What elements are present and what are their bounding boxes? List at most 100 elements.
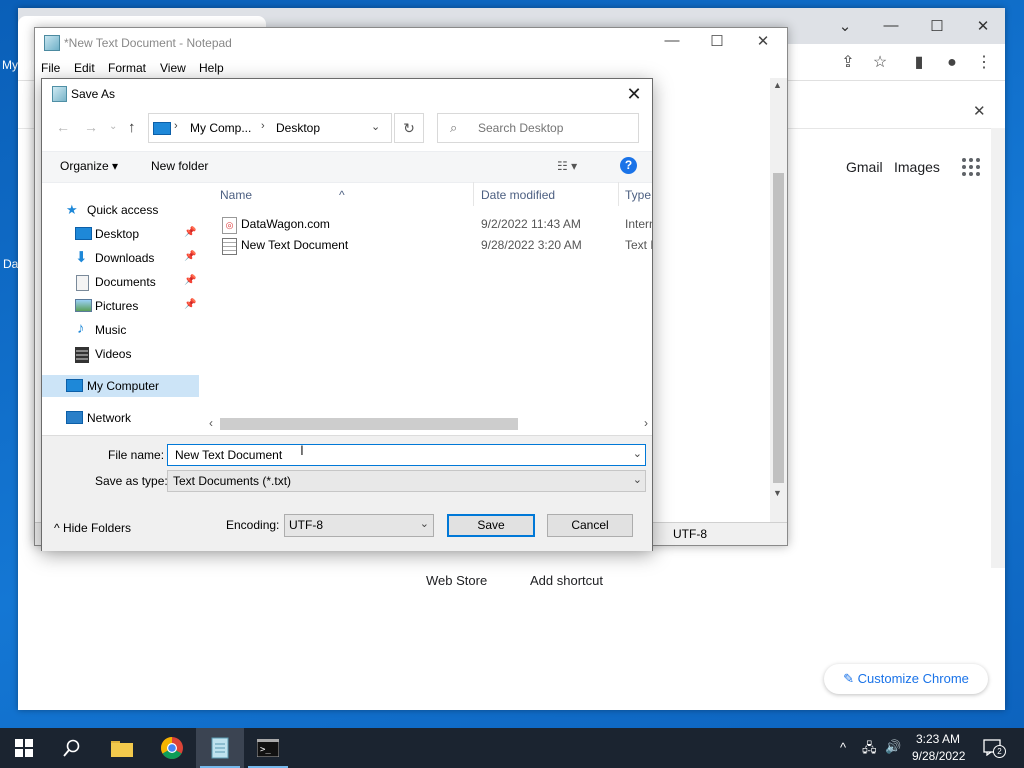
- chevron-down-icon: ⌄: [419, 518, 429, 530]
- start-button[interactable]: [0, 728, 48, 768]
- cancel-button[interactable]: Cancel: [547, 514, 633, 537]
- encoding-select[interactable]: UTF-8 ⌄: [284, 514, 434, 537]
- menu-view[interactable]: View: [160, 61, 186, 75]
- nav-videos[interactable]: Videos: [42, 343, 199, 365]
- nav-music[interactable]: ♪ Music: [42, 319, 199, 341]
- menu-format[interactable]: Format: [108, 61, 146, 75]
- side-panel-icon[interactable]: ▮: [908, 52, 930, 74]
- share-icon[interactable]: ⇪: [837, 52, 859, 74]
- notepad-maximize-button[interactable]: ☐: [702, 32, 732, 50]
- dialog-close-button[interactable]: ✕: [622, 82, 646, 106]
- file-date: 9/2/2022 11:43 AM: [481, 217, 581, 231]
- taskbar: >_ ^ 🖧 🔊 3:23 AM 9/28/2022 2: [0, 728, 1024, 768]
- breadcrumb-my-computer[interactable]: My Comp...: [190, 121, 251, 135]
- notepad-vertical-scrollbar[interactable]: ▲ ▼: [770, 78, 787, 526]
- shortcut-web-store[interactable]: Web Store: [426, 573, 487, 588]
- network-icon[interactable]: 🖧: [862, 739, 877, 761]
- chrome-minimize-button[interactable]: —: [876, 17, 906, 34]
- menu-file[interactable]: File: [41, 61, 60, 75]
- forward-arrow-icon[interactable]: →: [84, 119, 98, 135]
- refresh-button[interactable]: ↻: [394, 113, 424, 143]
- file-row[interactable]: ◎ DataWagon.com 9/2/2022 11:43 AM Intern…: [205, 214, 652, 235]
- pin-icon: 📌: [184, 227, 197, 238]
- breadcrumb-desktop[interactable]: Desktop: [276, 121, 320, 135]
- scroll-right-icon[interactable]: ›: [644, 416, 648, 430]
- notepad-close-button[interactable]: ✕: [748, 32, 778, 50]
- tab-search-button[interactable]: ⌄: [830, 17, 860, 35]
- svg-text:>_: >_: [260, 745, 271, 755]
- dialog-title-bar[interactable]: Save As ✕: [42, 79, 652, 109]
- taskbar-file-explorer[interactable]: [98, 728, 146, 768]
- file-name-field[interactable]: ⌄: [167, 444, 646, 466]
- menu-edit[interactable]: Edit: [74, 61, 95, 75]
- chrome-close-button[interactable]: ✕: [968, 17, 998, 35]
- save-button[interactable]: Save: [447, 514, 535, 537]
- chrome-scrollbar[interactable]: [991, 128, 1005, 568]
- nav-my-computer[interactable]: My Computer: [42, 375, 199, 397]
- bookmark-star-icon[interactable]: ☆: [869, 52, 891, 74]
- taskbar-terminal[interactable]: >_: [244, 728, 292, 768]
- menu-help[interactable]: Help: [199, 61, 224, 75]
- scroll-up-icon[interactable]: ▲: [773, 80, 782, 90]
- taskbar-notepad[interactable]: [196, 728, 244, 768]
- scroll-down-icon[interactable]: ▼: [773, 488, 782, 498]
- notepad-icon: [44, 35, 60, 51]
- new-folder-button[interactable]: New folder: [151, 159, 208, 173]
- file-name-input[interactable]: [173, 447, 617, 463]
- address-dropdown-icon[interactable]: ⌄: [371, 120, 380, 133]
- gmail-link[interactable]: Gmail: [846, 159, 883, 175]
- notifications-button[interactable]: 2: [983, 738, 1006, 758]
- file-row[interactable]: New Text Document 9/28/2022 3:20 AM Text…: [205, 235, 652, 256]
- notepad-icon: [211, 737, 229, 759]
- nav-downloads[interactable]: ⬇ Downloads 📌: [42, 247, 199, 269]
- nav-item-label: Network: [87, 411, 132, 425]
- file-list-horizontal-scrollbar[interactable]: ‹ ›: [205, 415, 652, 432]
- star-icon: ★: [66, 202, 78, 217]
- dialog-command-bar: Organize ▾ New folder ☷ ▾ ?: [42, 151, 652, 183]
- scrollbar-thumb[interactable]: [220, 418, 518, 430]
- column-date-header[interactable]: Date modified: [481, 188, 555, 202]
- close-icon[interactable]: ✕: [973, 102, 986, 120]
- nav-quick-access[interactable]: ★ Quick access: [42, 199, 199, 221]
- taskbar-search-button[interactable]: [48, 728, 96, 768]
- text-cursor-icon: I: [300, 442, 304, 458]
- up-arrow-icon[interactable]: ↑: [128, 119, 136, 136]
- notepad-minimize-button[interactable]: —: [657, 32, 687, 49]
- google-apps-icon[interactable]: [962, 158, 980, 176]
- column-name-header[interactable]: Name: [220, 188, 252, 202]
- column-type-header[interactable]: Type: [625, 188, 651, 202]
- volume-icon[interactable]: 🔊: [885, 739, 901, 755]
- hide-folders-button[interactable]: ^ Hide Folders: [54, 521, 131, 535]
- images-link[interactable]: Images: [894, 159, 940, 175]
- shortcut-add[interactable]: Add shortcut: [530, 573, 603, 588]
- nav-desktop[interactable]: Desktop 📌: [42, 223, 199, 245]
- back-arrow-icon[interactable]: ←: [56, 119, 70, 135]
- search-input[interactable]: [476, 120, 630, 136]
- notepad-title-bar[interactable]: *New Text Document - Notepad — ☐ ✕: [35, 28, 787, 58]
- save-as-type-select[interactable]: Text Documents (*.txt) ⌄: [167, 470, 646, 492]
- file-name: DataWagon.com: [241, 217, 330, 231]
- chevron-down-icon[interactable]: ⌄: [633, 447, 642, 460]
- scroll-left-icon[interactable]: ‹: [209, 416, 213, 430]
- help-icon[interactable]: ?: [620, 157, 637, 174]
- tray-chevron-icon[interactable]: ^: [840, 740, 846, 755]
- clock-time[interactable]: 3:23 AM: [916, 732, 960, 746]
- scrollbar-thumb[interactable]: [773, 173, 784, 483]
- nav-documents[interactable]: Documents 📌: [42, 271, 199, 293]
- search-box[interactable]: ⌕: [437, 113, 639, 143]
- organize-button[interactable]: Organize ▾: [60, 159, 118, 173]
- nav-network[interactable]: Network: [42, 407, 199, 429]
- clock-date[interactable]: 9/28/2022: [912, 749, 965, 763]
- customize-chrome-button[interactable]: ✎ Customize Chrome: [824, 664, 988, 694]
- change-view-button[interactable]: ☷ ▾: [557, 159, 577, 173]
- folder-icon: [111, 741, 133, 757]
- dialog-navigation-row: ← → ⌄ ↑ › My Comp... › Desktop ⌄ ↻ ⌕: [42, 112, 652, 144]
- recent-locations-icon[interactable]: ⌄: [109, 121, 117, 132]
- chrome-maximize-button[interactable]: ☐: [922, 17, 952, 35]
- taskbar-chrome[interactable]: [148, 728, 196, 768]
- nav-pictures[interactable]: Pictures 📌: [42, 295, 199, 317]
- chrome-menu-icon[interactable]: ⋮: [973, 52, 995, 74]
- profile-icon[interactable]: ●: [941, 52, 963, 74]
- address-bar[interactable]: › My Comp... › Desktop ⌄: [148, 113, 392, 143]
- file-name: New Text Document: [241, 238, 349, 252]
